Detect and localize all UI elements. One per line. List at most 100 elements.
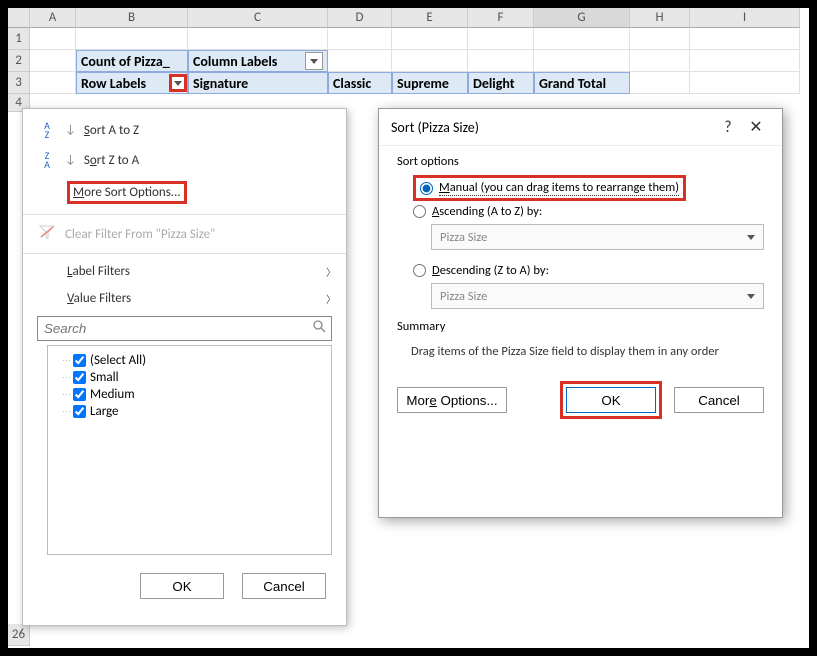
pivot-col-supreme[interactable]: Supreme <box>392 72 468 94</box>
ascending-radio[interactable] <box>413 205 426 218</box>
cell-h2[interactable] <box>630 50 690 72</box>
pivot-column-labels[interactable]: Column Labels <box>188 50 328 72</box>
pivot-row-labels-text: Row Labels <box>81 75 146 92</box>
chevron-right-icon: 〉 <box>326 291 336 306</box>
col-head-i[interactable]: I <box>690 8 800 28</box>
select-all-checkbox[interactable] <box>73 354 86 367</box>
pivot-col-grandtotal[interactable]: Grand Total <box>534 72 630 94</box>
more-sort-options-item[interactable]: More Sort Options... <box>23 175 346 210</box>
tree-item-medium[interactable]: Medium <box>52 386 327 403</box>
cell-d2[interactable] <box>328 50 392 72</box>
clear-filter-label: Clear Filter From "Pizza Size" <box>65 227 215 242</box>
column-headers: A B C D E F G H I <box>8 8 809 28</box>
pivot-row-labels[interactable]: Row Labels <box>76 72 188 94</box>
cell-a1[interactable] <box>30 28 76 50</box>
col-head-h[interactable]: H <box>630 8 690 28</box>
pivot-col-classic[interactable]: Classic <box>328 72 392 94</box>
filter-ok-button[interactable]: OK <box>140 573 224 599</box>
clear-filter-item: Clear Filter From "Pizza Size" <box>23 219 346 249</box>
cell-f2[interactable] <box>468 50 534 72</box>
filter-tree[interactable]: (Select All) Small Medium Large <box>47 345 332 555</box>
descending-combo-value: Pizza Size <box>440 289 487 304</box>
column-labels-dropdown-icon[interactable] <box>305 52 323 70</box>
cell-a3[interactable] <box>30 72 76 94</box>
cell-g1[interactable] <box>534 28 630 50</box>
descending-sort-option[interactable]: Descending (Z to A) by: <box>397 260 764 281</box>
cell-a2[interactable] <box>30 50 76 72</box>
row-labels-dropdown-icon[interactable] <box>169 74 187 92</box>
tree-item-large[interactable]: Large <box>52 403 327 420</box>
tree-label: Medium <box>90 387 135 402</box>
sort-cancel-button[interactable]: Cancel <box>674 387 764 413</box>
manual-radio[interactable] <box>420 182 433 195</box>
sort-z-to-a-item[interactable]: ZA ↓ Sort Z to A <box>23 145 346 175</box>
manual-sort-option[interactable]: Manual (you can drag items to rearrange … <box>413 175 686 201</box>
chevron-right-icon: 〉 <box>326 264 336 279</box>
spreadsheet: A B C D E F G H I 1 2 Count of Pizza_ Co… <box>8 8 809 28</box>
more-sort-options-label: More Sort Options... <box>67 181 187 204</box>
chevron-down-icon <box>747 294 755 299</box>
more-options-button[interactable]: More Options... <box>397 387 507 413</box>
filter-dropdown-menu: AZ ↓ Sort A to Z ZA ↓ Sort Z to A More S… <box>22 108 347 626</box>
pivot-count-label[interactable]: Count of Pizza_ <box>76 50 188 72</box>
cell-b1[interactable] <box>76 28 188 50</box>
sort-ok-button[interactable]: OK <box>566 387 656 413</box>
filter-search <box>37 316 332 341</box>
cell-i1[interactable] <box>690 28 800 50</box>
sort-az-icon: AZ <box>37 121 57 139</box>
large-checkbox[interactable] <box>73 405 86 418</box>
cell-d1[interactable] <box>328 28 392 50</box>
row-head-1[interactable]: 1 <box>8 28 30 50</box>
col-head-g[interactable]: G <box>534 8 630 28</box>
col-head-c[interactable]: C <box>188 8 328 28</box>
cell-i3[interactable] <box>690 72 800 94</box>
col-head-f[interactable]: F <box>468 8 534 28</box>
value-filters-item[interactable]: Value Filters 〉 <box>23 285 346 312</box>
cell-h3[interactable] <box>630 72 690 94</box>
col-head-d[interactable]: D <box>328 8 392 28</box>
tree-label: (Select All) <box>90 353 146 368</box>
filter-cancel-button[interactable]: Cancel <box>242 573 326 599</box>
close-button[interactable]: ✕ <box>742 117 770 137</box>
ascending-sort-option[interactable]: Ascending (A to Z) by: <box>397 201 764 222</box>
cell-h1[interactable] <box>630 28 690 50</box>
pivot-col-delight[interactable]: Delight <box>468 72 534 94</box>
sort-a-to-z-item[interactable]: AZ ↓ Sort A to Z <box>23 115 346 145</box>
sort-dialog: Sort (Pizza Size) ? ✕ Sort options Manua… <box>378 108 783 518</box>
small-checkbox[interactable] <box>73 371 86 384</box>
cell-c1[interactable] <box>188 28 328 50</box>
row-head-3[interactable]: 3 <box>8 72 30 94</box>
row-head-2[interactable]: 2 <box>8 50 30 72</box>
tree-item-small[interactable]: Small <box>52 369 327 386</box>
tree-label: Large <box>90 404 119 419</box>
summary-text: Drag items of the Pizza Size field to di… <box>397 338 764 359</box>
ascending-combo-value: Pizza Size <box>440 230 487 245</box>
col-head-b[interactable]: B <box>76 8 188 28</box>
cell-e1[interactable] <box>392 28 468 50</box>
row-head-26[interactable]: 26 <box>8 624 30 646</box>
medium-checkbox[interactable] <box>73 388 86 401</box>
sort-za-label: Sort Z to A <box>84 153 139 168</box>
sort-az-label: Sort A to Z <box>84 123 139 138</box>
tree-item-select-all[interactable]: (Select All) <box>52 352 327 369</box>
ascending-combo[interactable]: Pizza Size <box>431 224 764 250</box>
descending-radio[interactable] <box>413 264 426 277</box>
cell-f1[interactable] <box>468 28 534 50</box>
value-filters-label: Value Filters <box>67 291 131 306</box>
label-filters-item[interactable]: Label Filters 〉 <box>23 258 346 285</box>
pivot-col-signature[interactable]: Signature <box>188 72 328 94</box>
ascending-label: Ascending (A to Z) by: <box>432 204 542 219</box>
col-head-a[interactable]: A <box>30 8 76 28</box>
pivot-column-labels-text: Column Labels <box>193 53 277 70</box>
cell-i2[interactable] <box>690 50 800 72</box>
clear-filter-icon <box>37 225 57 243</box>
descending-combo[interactable]: Pizza Size <box>431 283 764 309</box>
tree-label: Small <box>90 370 119 385</box>
chevron-down-icon <box>747 235 755 240</box>
search-input[interactable] <box>37 316 332 341</box>
corner-cell[interactable] <box>8 8 30 28</box>
cell-e2[interactable] <box>392 50 468 72</box>
cell-g2[interactable] <box>534 50 630 72</box>
help-button[interactable]: ? <box>714 118 742 137</box>
col-head-e[interactable]: E <box>392 8 468 28</box>
